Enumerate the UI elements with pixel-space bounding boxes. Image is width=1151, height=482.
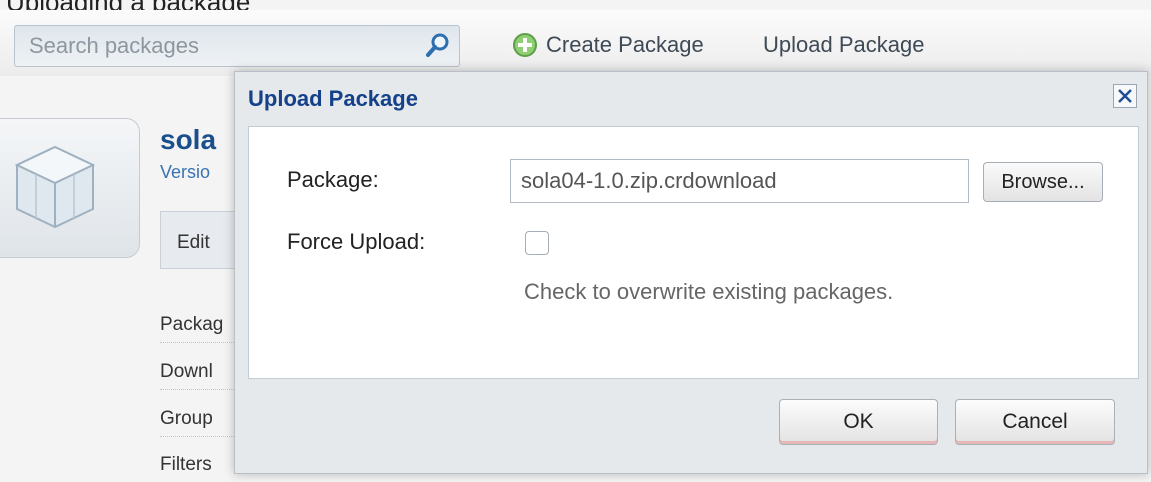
upload-package-link[interactable]: Upload Package <box>763 32 924 58</box>
info-list-item: Downl <box>160 361 240 390</box>
create-package-link[interactable]: Create Package <box>512 32 704 58</box>
close-button[interactable] <box>1113 84 1137 108</box>
search-button[interactable] <box>423 31 453 61</box>
package-version: Versio <box>160 162 211 182</box>
package-cube-icon <box>14 145 96 229</box>
green-plus-circle-icon <box>513 33 537 57</box>
info-list-item: Packag <box>160 314 240 343</box>
close-icon <box>1118 89 1132 103</box>
force-upload-hint: Check to overwrite existing packages. <box>524 279 894 304</box>
dialog-body: Package: Browse... Force Upload: Check t… <box>248 126 1139 379</box>
toolbar: Create Package Upload Package <box>0 10 1151 76</box>
dialog-title: Upload Package <box>248 86 418 111</box>
ok-button[interactable]: OK <box>779 399 938 445</box>
force-upload-label: Force Upload: <box>287 229 426 254</box>
upload-package-dialog: Upload Package Package: Browse... Force … <box>234 71 1148 474</box>
package-file-field[interactable] <box>510 159 969 203</box>
package-title[interactable]: sola <box>160 124 216 156</box>
browse-button[interactable]: Browse... <box>983 162 1103 202</box>
package-thumbnail <box>0 118 140 258</box>
info-list-item: Filters <box>160 454 212 475</box>
edit-button[interactable]: Edit <box>160 211 242 269</box>
search-box <box>14 25 460 67</box>
force-upload-checkbox[interactable] <box>525 231 549 255</box>
magnifier-icon <box>426 33 449 57</box>
package-label: Package: <box>287 167 379 192</box>
cancel-button[interactable]: Cancel <box>955 399 1115 445</box>
info-list-item: Group <box>160 408 240 437</box>
create-package-label: Create Package <box>546 32 704 57</box>
search-input[interactable] <box>15 26 413 66</box>
